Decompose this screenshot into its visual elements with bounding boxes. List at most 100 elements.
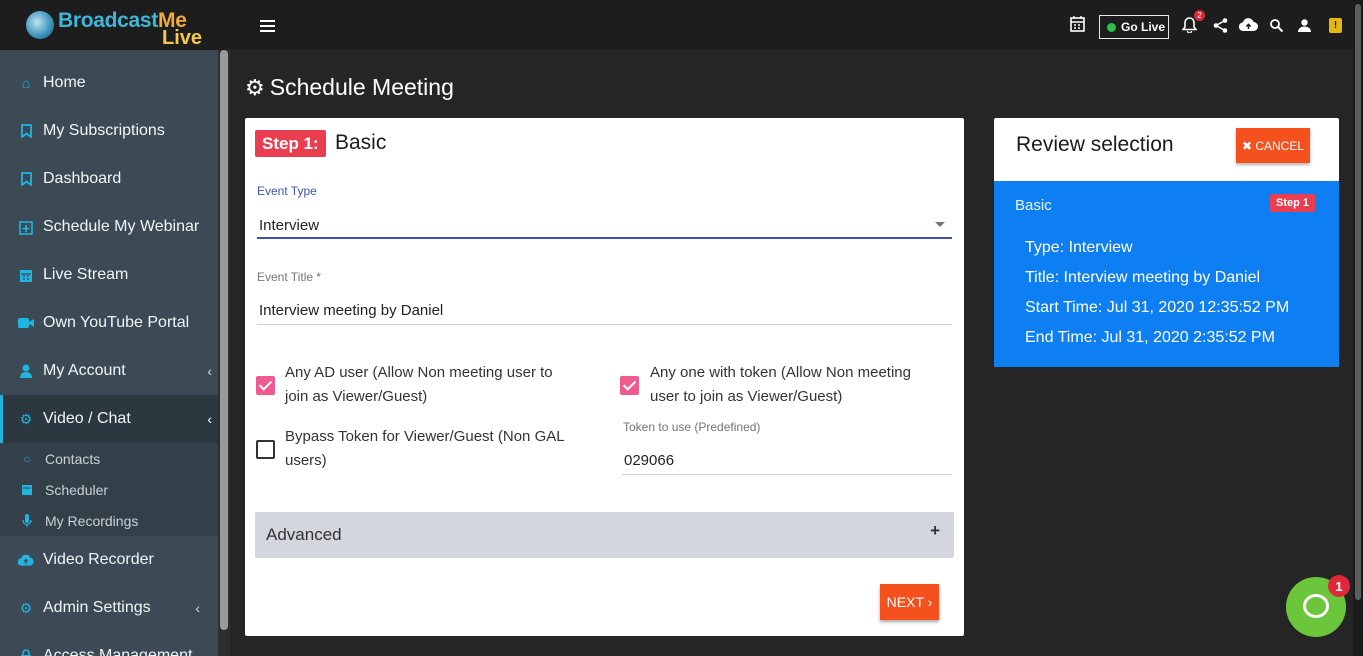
logo[interactable]: BroadcastMe Live [0, 0, 230, 50]
dropdown-arrow-icon[interactable] [935, 222, 945, 227]
review-end-time: End Time: Jul 31, 2020 2:35:52 PM [1025, 329, 1275, 346]
page-scrollbar[interactable] [1353, 0, 1363, 656]
calendar-icon[interactable] [1070, 16, 1085, 36]
bypass-token-label[interactable]: Bypass Token for Viewer/Guest (Non GAL u… [285, 425, 605, 473]
event-title-underline [257, 324, 952, 325]
sidebar-item-access-management[interactable]: Access Management [0, 632, 218, 656]
schedule-form-card: Step 1: Basic Event Type Interview Event… [245, 118, 964, 636]
calendar-icon [18, 267, 34, 283]
event-title-input[interactable]: Interview meeting by Daniel [259, 302, 443, 319]
sidebar-item-label: My Subscriptions [43, 122, 165, 139]
live-status-dot [1107, 22, 1116, 32]
sidebar: BroadcastMe Live ⌂ Home My Subscriptions… [0, 0, 230, 656]
video-camera-icon [18, 315, 34, 331]
cancel-button[interactable]: ✖ CANCEL [1236, 128, 1310, 163]
page-scrollbar-thumb[interactable] [1355, 4, 1361, 600]
any-ad-user-label[interactable]: Any AD user (Allow Non meeting user to j… [285, 361, 605, 409]
share-icon[interactable] [1213, 18, 1228, 37]
sidebar-scrollbar-thumb[interactable] [220, 50, 228, 630]
sidebar-scrollbar[interactable] [218, 50, 230, 656]
bookmark-icon [18, 171, 34, 187]
notification-badge: 2 [1194, 10, 1205, 21]
plus-icon[interactable]: + [930, 521, 940, 541]
brand-part1: Broadcast [58, 9, 159, 32]
cogs-icon: ⚙ [19, 599, 33, 616]
any-one-with-token-checkbox[interactable] [620, 376, 639, 395]
sidebar-item-label: Admin Settings [43, 599, 151, 616]
cogs-icon: ⚙ [19, 410, 33, 427]
sidebar-item-label: My Account [43, 362, 126, 379]
event-type-underline [257, 237, 952, 239]
top-bar: Go Live 2 ! [230, 0, 1363, 50]
sidebar-item-label: Live Stream [43, 266, 129, 283]
circle-icon: ○ [23, 451, 31, 466]
hamburger-menu-icon[interactable] [260, 20, 275, 34]
advanced-label: Advanced [266, 525, 342, 544]
sidebar-item-my-subscriptions[interactable]: My Subscriptions [0, 107, 218, 155]
go-live-button[interactable]: Go Live [1099, 15, 1169, 39]
gear-icon: ⚙ [245, 74, 265, 100]
any-one-with-token-label[interactable]: Any one with token (Allow Non meeting us… [650, 361, 950, 409]
next-button[interactable]: NEXT › [880, 584, 939, 620]
chat-bubble-icon [1303, 594, 1329, 618]
sidebar-item-own-youtube-portal[interactable]: Own YouTube Portal [0, 299, 218, 347]
sidebar-menu: ⌂ Home My Subscriptions Dashboard Schedu… [0, 59, 218, 656]
bell-icon[interactable] [1181, 17, 1198, 37]
calendar-plus-icon [18, 219, 34, 235]
submenu-item-contacts[interactable]: ○ Contacts [0, 443, 218, 474]
calendar-icon [20, 483, 34, 496]
sidebar-item-label: Dashboard [43, 170, 122, 187]
review-step-badge: Step 1 [1270, 194, 1316, 212]
review-title: Review selection [1016, 133, 1174, 156]
event-type-select[interactable]: Interview [259, 217, 319, 234]
sidebar-item-label: Home [43, 74, 86, 91]
token-label: Token to use (Predefined) [623, 420, 761, 434]
search-icon[interactable] [1270, 19, 1284, 36]
bypass-token-checkbox[interactable] [256, 440, 275, 459]
submenu-item-label: My Recordings [45, 512, 139, 529]
sidebar-item-label: Schedule My Webinar [43, 218, 200, 235]
cloud-upload-icon [18, 552, 34, 568]
review-selection-card: Review selection ✖ CANCEL Basic Step 1 T… [994, 118, 1339, 367]
chevron-left-icon: ‹ [207, 363, 212, 379]
page-title-text: Schedule Meeting [269, 74, 454, 100]
review-section-label: Basic [1015, 197, 1052, 214]
sidebar-item-admin-settings[interactable]: ⚙ Admin Settings ‹ [0, 584, 218, 632]
globe-logo-icon [26, 11, 54, 39]
submenu-item-scheduler[interactable]: Scheduler [0, 474, 218, 505]
review-start-time: Start Time: Jul 31, 2020 12:35:52 PM [1025, 299, 1290, 316]
sidebar-item-label: Video / Chat [43, 410, 131, 427]
sidebar-item-label: Own YouTube Portal [43, 314, 190, 331]
sidebar-item-my-account[interactable]: My Account ‹ [0, 347, 218, 395]
token-underline [622, 474, 952, 475]
sidebar-item-schedule-my-webinar[interactable]: Schedule My Webinar [0, 203, 218, 251]
sidebar-item-label: Video Recorder [43, 551, 154, 568]
step-badge: Step 1: [255, 130, 326, 157]
sidebar-item-dashboard[interactable]: Dashboard [0, 155, 218, 203]
chevron-down-icon: ‹ [207, 411, 212, 427]
any-ad-user-checkbox[interactable] [256, 376, 275, 395]
sidebar-item-video-recorder[interactable]: Video Recorder [0, 536, 218, 584]
lock-icon [18, 648, 34, 656]
sidebar-item-video-chat[interactable]: ⚙ Video / Chat ‹ [0, 395, 218, 443]
token-input[interactable]: 029066 [624, 452, 674, 469]
advanced-accordion[interactable]: Advanced + [255, 512, 954, 558]
cloud-upload-icon[interactable] [1238, 18, 1258, 36]
bookmark-icon [18, 123, 34, 139]
chat-unread-badge: 1 [1328, 575, 1350, 597]
sidebar-item-label: Access Management [43, 647, 193, 656]
review-type: Type: Interview [1025, 239, 1133, 256]
brand-line2: Live [162, 27, 203, 49]
sidebar-item-live-stream[interactable]: Live Stream [0, 251, 218, 299]
event-title-label: Event Title * [257, 270, 322, 284]
review-title-line: Title: Interview meeting by Daniel [1025, 269, 1261, 286]
hazard-icon[interactable]: ! [1329, 18, 1342, 33]
sidebar-item-home[interactable]: ⌂ Home [0, 59, 218, 107]
microphone-icon [20, 513, 34, 528]
submenu-item-my-recordings[interactable]: My Recordings [0, 505, 218, 536]
step-title: Basic [335, 131, 387, 154]
page-title: ⚙ Schedule Meeting [245, 74, 454, 101]
user-icon[interactable] [1298, 19, 1311, 36]
submenu-item-label: Contacts [45, 450, 101, 467]
submenu-item-label: Scheduler [45, 481, 109, 498]
